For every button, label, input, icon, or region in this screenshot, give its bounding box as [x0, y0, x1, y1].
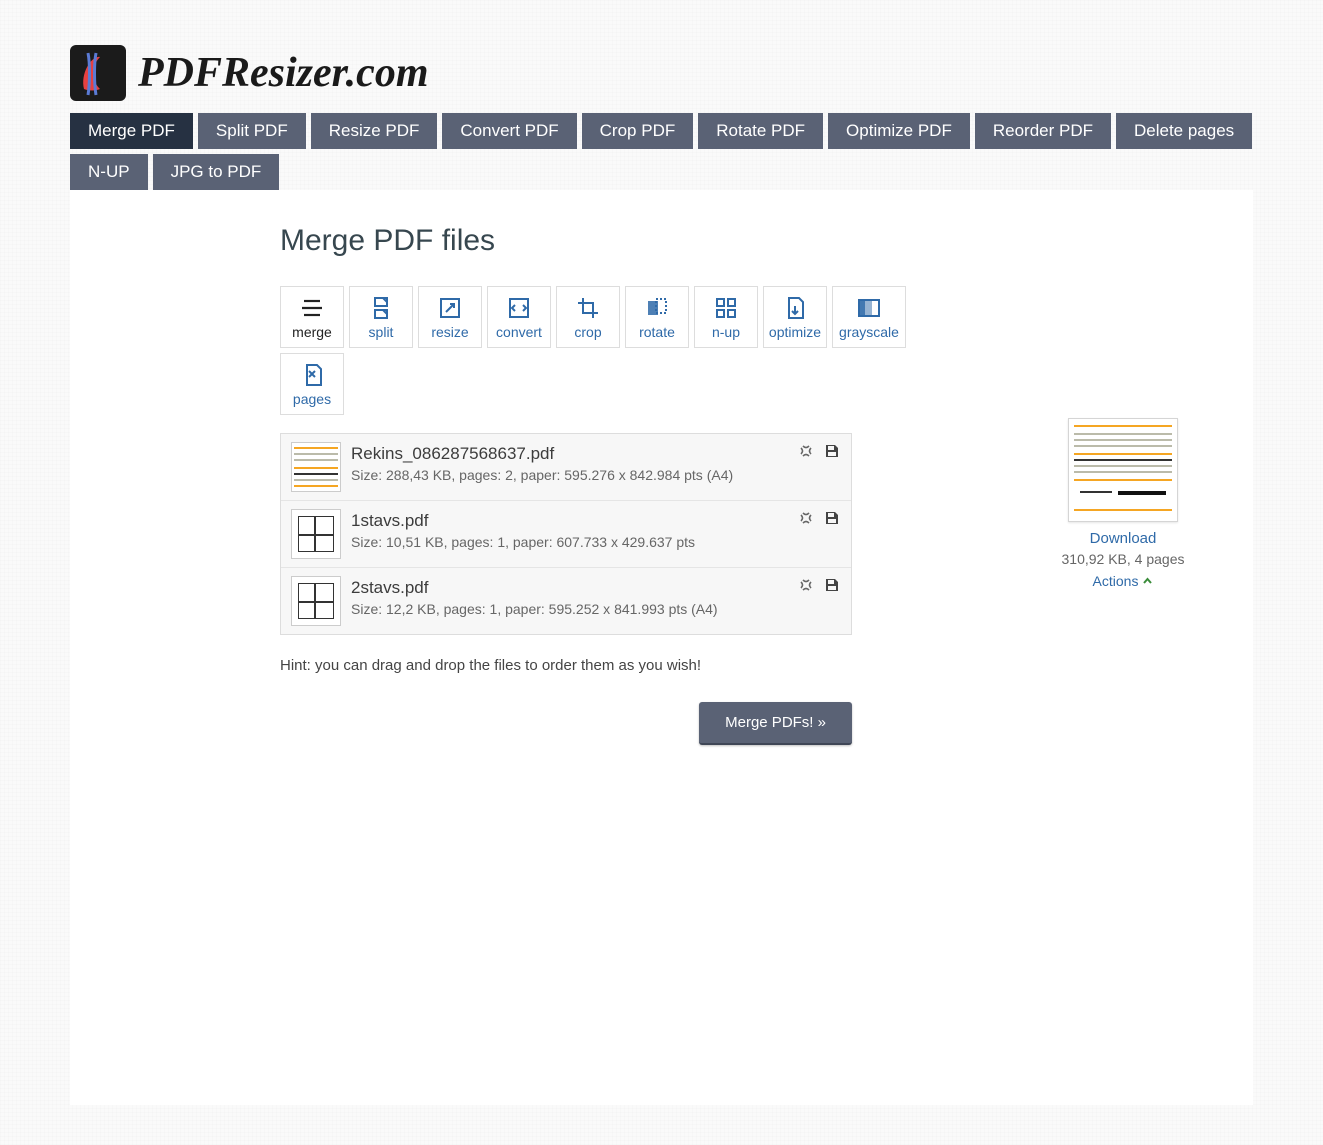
file-actions — [797, 442, 841, 460]
file-name: 1stavs.pdf — [351, 511, 841, 531]
file-thumbnail — [291, 442, 341, 492]
file-info: Rekins_086287568637.pdf Size: 288,43 KB, … — [351, 442, 841, 483]
tool-label: crop — [574, 325, 601, 339]
tool-label: optimize — [769, 325, 821, 339]
file-name: Rekins_086287568637.pdf — [351, 444, 841, 464]
actions-label: Actions — [1093, 573, 1139, 589]
remove-file-icon[interactable] — [797, 576, 815, 594]
tool-label: grayscale — [839, 325, 899, 339]
pages-icon — [299, 362, 325, 388]
tool-rotate[interactable]: rotate — [625, 286, 689, 348]
file-meta: Size: 288,43 KB, pages: 2, paper: 595.27… — [351, 467, 841, 483]
tool-merge[interactable]: merge — [280, 286, 344, 348]
tool-label: merge — [292, 325, 332, 339]
merge-button[interactable]: Merge PDFs! » — [699, 702, 852, 745]
grayscale-icon — [856, 295, 882, 321]
actions-link[interactable]: Actions — [1093, 573, 1154, 589]
tool-label: rotate — [639, 325, 675, 339]
result-thumbnail[interactable] — [1068, 418, 1178, 522]
nav-item-convert-pdf[interactable]: Convert PDF — [442, 113, 576, 149]
tool-convert[interactable]: convert — [487, 286, 551, 348]
tool-pages[interactable]: pages — [280, 353, 344, 415]
tool-optimize[interactable]: optimize — [763, 286, 827, 348]
file-meta: Size: 10,51 KB, pages: 1, paper: 607.733… — [351, 534, 841, 550]
tool-split[interactable]: split — [349, 286, 413, 348]
file-thumbnail — [291, 509, 341, 559]
tool-label: resize — [431, 325, 468, 339]
page-title: Merge PDF files — [280, 224, 950, 258]
remove-file-icon[interactable] — [797, 509, 815, 527]
file-row[interactable]: 2stavs.pdf Size: 12,2 KB, pages: 1, paper… — [281, 568, 851, 634]
rotate-icon — [644, 295, 670, 321]
nav-item-n-up[interactable]: N-UP — [70, 154, 148, 190]
n-up-icon — [713, 295, 739, 321]
logo-icon — [70, 45, 126, 101]
merge-icon — [299, 295, 325, 321]
result-meta: 310,92 KB, 4 pages — [1053, 551, 1193, 567]
nav-item-resize-pdf[interactable]: Resize PDF — [311, 113, 438, 149]
header: PDFResizer.com — [0, 0, 1323, 101]
split-icon — [368, 295, 394, 321]
optimize-icon — [782, 295, 808, 321]
download-link[interactable]: Download — [1053, 530, 1193, 547]
tool-grayscale[interactable]: grayscale — [832, 286, 906, 348]
file-name: 2stavs.pdf — [351, 578, 841, 598]
nav-item-optimize-pdf[interactable]: Optimize PDF — [828, 113, 970, 149]
file-info: 1stavs.pdf Size: 10,51 KB, pages: 1, pape… — [351, 509, 841, 550]
save-file-icon[interactable] — [823, 509, 841, 527]
brand-text: PDFResizer.com — [138, 49, 429, 97]
main-nav: Merge PDFSplit PDFResize PDFConvert PDFC… — [0, 101, 1323, 190]
file-row[interactable]: Rekins_086287568637.pdf Size: 288,43 KB, … — [281, 434, 851, 501]
reorder-hint: Hint: you can drag and drop the files to… — [280, 657, 950, 674]
tool-label: pages — [293, 392, 331, 406]
file-info: 2stavs.pdf Size: 12,2 KB, pages: 1, paper… — [351, 576, 841, 617]
actions-icon — [1142, 576, 1153, 587]
file-row[interactable]: 1stavs.pdf Size: 10,51 KB, pages: 1, pape… — [281, 501, 851, 568]
nav-item-jpg-to-pdf[interactable]: JPG to PDF — [153, 154, 280, 190]
save-file-icon[interactable] — [823, 576, 841, 594]
file-actions — [797, 576, 841, 594]
tool-n-up[interactable]: n-up — [694, 286, 758, 348]
tool-crop[interactable]: crop — [556, 286, 620, 348]
action-toolbar: merge split resize convert crop rotate n-up opt… — [280, 286, 950, 415]
file-meta: Size: 12,2 KB, pages: 1, paper: 595.252 … — [351, 601, 841, 617]
tool-resize[interactable]: resize — [418, 286, 482, 348]
nav-item-merge-pdf[interactable]: Merge PDF — [70, 113, 193, 149]
save-file-icon[interactable] — [823, 442, 841, 460]
result-panel: Download 310,92 KB, 4 pages Actions — [1053, 418, 1193, 590]
tool-label: n-up — [712, 325, 740, 339]
nav-item-rotate-pdf[interactable]: Rotate PDF — [698, 113, 823, 149]
nav-item-split-pdf[interactable]: Split PDF — [198, 113, 306, 149]
convert-icon — [506, 295, 532, 321]
resize-icon — [437, 295, 463, 321]
file-actions — [797, 509, 841, 527]
nav-item-delete-pages[interactable]: Delete pages — [1116, 113, 1252, 149]
file-list: Rekins_086287568637.pdf Size: 288,43 KB, … — [280, 433, 852, 635]
logo[interactable]: PDFResizer.com — [70, 45, 1253, 101]
nav-item-crop-pdf[interactable]: Crop PDF — [582, 113, 694, 149]
crop-icon — [575, 295, 601, 321]
file-thumbnail — [291, 576, 341, 626]
remove-file-icon[interactable] — [797, 442, 815, 460]
tool-label: split — [369, 325, 394, 339]
tool-label: convert — [496, 325, 542, 339]
nav-item-reorder-pdf[interactable]: Reorder PDF — [975, 113, 1111, 149]
